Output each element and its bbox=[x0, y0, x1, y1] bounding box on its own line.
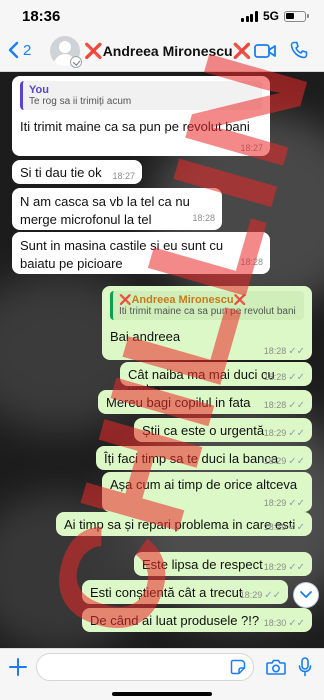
message-out[interactable]: Cât naiba ma mai duci cu vorba 18:28✓✓ bbox=[120, 362, 312, 397]
read-receipt-icon: ✓✓ bbox=[264, 590, 281, 601]
message-time: 18:27 bbox=[240, 143, 263, 153]
message-text: Sunt in masina castile si eu sunt cu bai… bbox=[20, 238, 224, 271]
message-out[interactable]: Mereu bagi copilul in fata 18:28 ✓✓ bbox=[98, 390, 312, 414]
message-time: 18:29 ✓✓ bbox=[263, 522, 305, 533]
read-receipt-icon: ✓✓ bbox=[288, 346, 305, 357]
unread-count: 2 bbox=[23, 41, 32, 59]
read-receipt-icon: ✓✓ bbox=[288, 372, 305, 383]
read-receipt-icon: ✓✓ bbox=[288, 562, 305, 573]
message-time: 18:28 bbox=[192, 213, 215, 223]
status-time: 18:36 bbox=[22, 8, 61, 25]
message-text: De când ai luat produsele ?!? bbox=[90, 613, 260, 628]
message-time: 18:28 ✓✓ bbox=[263, 372, 305, 383]
quote-author: Andreea Mironescu bbox=[131, 294, 234, 306]
message-out[interactable]: Ai timp sa și repari problema in care es… bbox=[56, 512, 312, 536]
message-time: 18:29 ✓✓ bbox=[263, 562, 305, 573]
contact-name[interactable]: ❌Andreea Mironescu❌ bbox=[84, 42, 251, 60]
message-text: Așa cum ai timp de orice altceva bbox=[110, 477, 298, 492]
message-out[interactable]: Îți faci timp sa te duci la banca 18:29 ✓… bbox=[96, 446, 312, 470]
message-time: 18:28 ✓✓ bbox=[263, 346, 305, 357]
message-time: 18:29 ✓✓ bbox=[263, 456, 305, 467]
phone-icon[interactable] bbox=[290, 41, 308, 59]
message-time: 18:30 ✓✓ bbox=[263, 618, 305, 629]
status-indicators: 5G bbox=[241, 9, 309, 23]
message-time: 18:27 bbox=[112, 171, 135, 181]
message-text: Îți faci timp sa te duci la banca bbox=[104, 451, 279, 466]
message-text: Știi ca este o urgentă bbox=[142, 423, 265, 438]
message-out-quoted[interactable]: ❌Andreea Mironescu❌ Iti trimit maine ca … bbox=[102, 286, 312, 360]
message-out[interactable]: De când ai luat produsele ?!? 18:30 ✓✓ bbox=[82, 608, 312, 632]
message-out[interactable]: Esti conștientă cât a trecut 18:29 ✓✓ bbox=[82, 580, 288, 604]
message-time: 18:29 ✓✓ bbox=[263, 498, 305, 509]
message-text: Esti conștientă cât a trecut bbox=[90, 585, 243, 600]
quote-author: You bbox=[29, 84, 49, 96]
message-out[interactable]: Este lipsa de respect 18:29 ✓✓ bbox=[134, 552, 312, 576]
message-out[interactable]: Știi ca este o urgentă 18:29 ✓✓ bbox=[134, 418, 312, 442]
read-receipt-icon: ✓✓ bbox=[288, 400, 305, 411]
quoted-message[interactable]: ❌Andreea Mironescu❌ Iti trimit maine ca … bbox=[110, 291, 304, 320]
sticker-icon[interactable] bbox=[230, 659, 246, 675]
message-text: Ai timp sa și repari problema in care es… bbox=[64, 517, 296, 532]
quote-author-row: ❌Andreea Mironescu❌ bbox=[119, 294, 298, 306]
chevron-down-icon bbox=[300, 591, 312, 598]
message-in[interactable]: Sunt in masina castile si eu sunt cu bai… bbox=[12, 232, 270, 274]
read-receipt-icon: ✓✓ bbox=[288, 522, 305, 533]
message-time: 18:29 ✓✓ bbox=[239, 590, 281, 601]
message-in-quoted[interactable]: You Te rog sa ii trimiți acum Iti trimit… bbox=[12, 76, 270, 156]
message-in[interactable]: Si ti dau tie ok 18:27 bbox=[12, 160, 142, 184]
message-out[interactable]: Așa cum ai timp de orice altceva 18:29 ✓✓ bbox=[102, 472, 312, 512]
message-text: Si ti dau tie ok bbox=[20, 165, 102, 180]
message-text: Iti trimit maine ca sa pun pe revolut ba… bbox=[20, 119, 250, 134]
quote-text: Te rog sa ii trimiți acum bbox=[29, 96, 132, 107]
home-indicator bbox=[112, 692, 212, 696]
microphone-icon[interactable] bbox=[298, 657, 312, 677]
message-time: 18:29 ✓✓ bbox=[263, 428, 305, 439]
message-time: 18:28 ✓✓ bbox=[263, 400, 305, 411]
chat-header: 2 ❌Andreea Mironescu❌ bbox=[0, 30, 324, 72]
cross-mark-icon: ❌ bbox=[232, 43, 252, 60]
message-input[interactable] bbox=[36, 653, 254, 681]
read-receipt-icon: ✓✓ bbox=[288, 618, 305, 629]
message-text: N am casca sa vb la tel ca nu merge micr… bbox=[20, 194, 190, 227]
chevron-left-icon bbox=[8, 41, 19, 59]
quoted-message[interactable]: You Te rog sa ii trimiți acum bbox=[20, 81, 262, 110]
message-time: 18:28 bbox=[240, 257, 263, 267]
cross-mark-icon: ❌ bbox=[233, 295, 246, 306]
quote-text: Iti trimit maine ca sa pun pe revolut ba… bbox=[119, 306, 296, 317]
signal-icon bbox=[241, 10, 258, 22]
network-label: 5G bbox=[262, 9, 279, 23]
scroll-down-button[interactable] bbox=[293, 582, 319, 608]
plus-icon[interactable] bbox=[8, 657, 28, 677]
video-call-icon[interactable] bbox=[254, 43, 276, 59]
read-receipt-icon: ✓✓ bbox=[288, 428, 305, 439]
composer-bar bbox=[0, 648, 324, 700]
message-in[interactable]: N am casca sa vb la tel ca nu merge micr… bbox=[12, 188, 222, 230]
message-text: Bai andreea bbox=[110, 329, 181, 344]
contact-name-text: Andreea Mironescu bbox=[102, 43, 233, 59]
cross-mark-icon: ❌ bbox=[119, 295, 132, 306]
status-badge bbox=[70, 56, 82, 68]
message-text: Este lipsa de respect bbox=[142, 557, 263, 572]
message-text: Mereu bagi copilul in fata bbox=[106, 395, 251, 410]
read-receipt-icon: ✓✓ bbox=[288, 456, 305, 467]
cross-mark-icon: ❌ bbox=[84, 43, 103, 60]
back-button[interactable]: 2 bbox=[8, 41, 31, 59]
status-bar: 18:36 5G bbox=[0, 0, 324, 30]
camera-icon[interactable] bbox=[266, 659, 286, 675]
read-receipt-icon: ✓✓ bbox=[288, 498, 305, 509]
battery-icon bbox=[284, 10, 309, 22]
